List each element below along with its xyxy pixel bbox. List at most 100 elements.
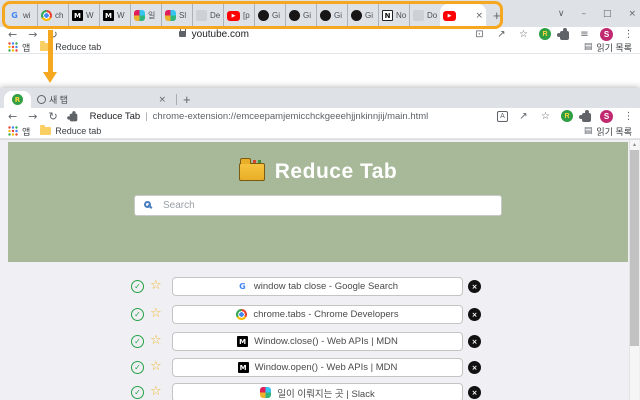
browser-tab[interactable]: Gi — [347, 4, 378, 27]
extension-page: Reduce Tab ✓ ☆ window tab close - Google… — [0, 139, 640, 400]
profile-avatar[interactable]: S — [600, 110, 613, 123]
delete-tab-button[interactable]: × — [468, 361, 481, 374]
profile-avatar[interactable]: S — [600, 28, 613, 41]
browser-tab[interactable]: W — [99, 4, 130, 27]
omnibox-separator: | — [145, 111, 147, 122]
tab-favicon — [258, 10, 269, 21]
translate-icon[interactable]: A — [497, 111, 508, 122]
favorite-star-icon[interactable]: ☆ — [150, 306, 162, 321]
close-window-icon[interactable]: × — [628, 9, 636, 19]
page-scrollbar[interactable]: ▴ — [629, 140, 639, 400]
delete-tab-button[interactable]: × — [468, 335, 481, 348]
apps-shortcut[interactable]: 앱 — [22, 125, 30, 138]
tab-title: No — [396, 11, 406, 20]
restore-check-icon[interactable]: ✓ — [131, 335, 144, 348]
new-tab-button[interactable]: + — [177, 92, 197, 107]
tab-favicon — [351, 10, 362, 21]
favorite-star-icon[interactable]: ☆ — [150, 333, 162, 348]
browser-tab[interactable]: Sl — [161, 4, 192, 27]
browser-tab[interactable]: 일 — [130, 4, 161, 27]
browser-tab[interactable]: 새 탭 × — [31, 91, 172, 108]
address-bar-url[interactable]: youtube.com — [192, 29, 249, 40]
forward-icon[interactable]: → — [28, 110, 37, 123]
forward-icon[interactable]: → — [28, 28, 37, 41]
saved-tab-pill[interactable]: window tab close - Google Search — [172, 277, 463, 296]
saved-tab-pill[interactable]: 일이 이뤄지는 곳 | Slack — [172, 383, 463, 400]
favorite-star-icon[interactable]: ☆ — [150, 278, 162, 293]
tab-title: Gi — [334, 11, 342, 20]
restore-check-icon[interactable]: ✓ — [131, 361, 144, 374]
browser-tab[interactable]: Gi — [254, 4, 285, 27]
menu-dots-icon[interactable]: ⋮ — [622, 29, 635, 40]
saved-tab-row: ✓ ☆ Window.close() - Web APIs | MDN × — [0, 332, 640, 352]
lock-icon — [179, 31, 186, 37]
bookmarks-bar-window1: 앱 Reduce tab ▤ 읽기 목록 — [0, 41, 640, 54]
tab-title: Do — [427, 11, 437, 20]
tab-favicon — [413, 10, 424, 21]
browser-tab[interactable]: De — [192, 4, 223, 27]
extensions-puzzle-icon[interactable] — [560, 31, 569, 40]
tab-title: ch — [55, 11, 63, 20]
new-tab-button[interactable]: + — [487, 8, 507, 23]
reduce-tab-extension-icon[interactable]: R — [539, 28, 551, 40]
search-input[interactable] — [135, 196, 501, 215]
delete-tab-button[interactable]: × — [468, 386, 481, 399]
browser-tab[interactable]: Do — [409, 4, 440, 27]
browser-tab[interactable]: wi — [6, 4, 37, 27]
saved-tab-pill[interactable]: chrome.tabs - Chrome Developers — [172, 305, 463, 324]
share-icon[interactable]: ↗ — [495, 29, 508, 40]
saved-tab-pill[interactable]: Window.close() - Web APIs | MDN — [172, 332, 463, 351]
back-icon[interactable]: ← — [8, 110, 17, 123]
share-icon[interactable]: ↗ — [517, 111, 530, 122]
reading-list-button[interactable]: ▤ 읽기 목록 — [584, 125, 632, 138]
minimize-icon[interactable]: – — [581, 9, 586, 19]
delete-tab-button[interactable]: × — [468, 308, 481, 321]
tab-search-icon[interactable]: ∨ — [558, 9, 565, 19]
tab-close-icon[interactable]: × — [158, 95, 166, 105]
bookmark-folder-icon[interactable] — [40, 127, 51, 135]
browser-tab[interactable]: [p — [223, 4, 254, 27]
tab-favicon — [196, 10, 207, 21]
apps-grid-icon[interactable] — [8, 126, 18, 136]
bookmark-folder-label[interactable]: Reduce tab — [55, 42, 101, 52]
browser-tab[interactable]: Gi — [316, 4, 347, 27]
browser-tab[interactable]: Gi — [285, 4, 316, 27]
reload-icon[interactable]: ↻ — [48, 110, 57, 123]
tab-title: wi — [23, 11, 31, 20]
browser-tab[interactable]: × — [440, 4, 486, 27]
tab-strip-window1: wi ch W W 일 Sl De [p Gi Gi Gi — [0, 0, 640, 27]
favorite-star-icon[interactable]: ☆ — [150, 359, 162, 374]
bookmark-star-icon[interactable]: ☆ — [517, 29, 530, 40]
tab-title: Sl — [179, 11, 186, 20]
scroll-up-icon[interactable]: ▴ — [630, 140, 639, 149]
extensions-puzzle-icon[interactable] — [582, 113, 591, 122]
address-bar[interactable]: Reduce Tab | chrome-extension://emceepam… — [90, 111, 429, 122]
delete-tab-button[interactable]: × — [468, 280, 481, 293]
bookmark-folder-label[interactable]: Reduce tab — [55, 126, 101, 136]
restore-check-icon[interactable]: ✓ — [131, 386, 144, 399]
reading-list-button[interactable]: ▤ 읽기 목록 — [584, 41, 632, 54]
tab-favicon — [227, 11, 240, 21]
browser-window-front: 새 탭 × + ← → ↻ Reduce Tab | chrome-extens… — [0, 88, 640, 400]
saved-tab-title: Window.close() - Web APIs | MDN — [254, 336, 398, 347]
restore-check-icon[interactable]: ✓ — [131, 308, 144, 321]
window-controls: ∨ – □ × — [558, 0, 636, 27]
tab-list-icon[interactable]: ≡ — [578, 29, 591, 40]
browser-tab[interactable] — [4, 91, 31, 108]
menu-dots-icon[interactable]: ⋮ — [622, 111, 635, 122]
apps-shortcut[interactable]: 앱 — [22, 41, 30, 54]
send-to-device-icon[interactable]: ⊡ — [473, 29, 486, 40]
saved-tab-pill[interactable]: Window.open() - Web APIs | MDN — [172, 358, 463, 377]
reduce-tab-extension-icon[interactable]: R — [561, 110, 573, 122]
browser-tab[interactable]: ch — [37, 4, 68, 27]
browser-tab[interactable]: No — [378, 4, 409, 27]
maximize-icon[interactable]: □ — [603, 9, 612, 19]
back-icon[interactable]: ← — [8, 28, 17, 41]
favorite-star-icon[interactable]: ☆ — [150, 384, 162, 399]
scrollbar-thumb[interactable] — [630, 150, 639, 346]
browser-tab[interactable]: W — [68, 4, 99, 27]
tab-close-icon[interactable]: × — [475, 11, 483, 21]
bookmark-star-icon[interactable]: ☆ — [539, 111, 552, 122]
apps-grid-icon[interactable] — [8, 42, 18, 52]
restore-check-icon[interactable]: ✓ — [131, 280, 144, 293]
